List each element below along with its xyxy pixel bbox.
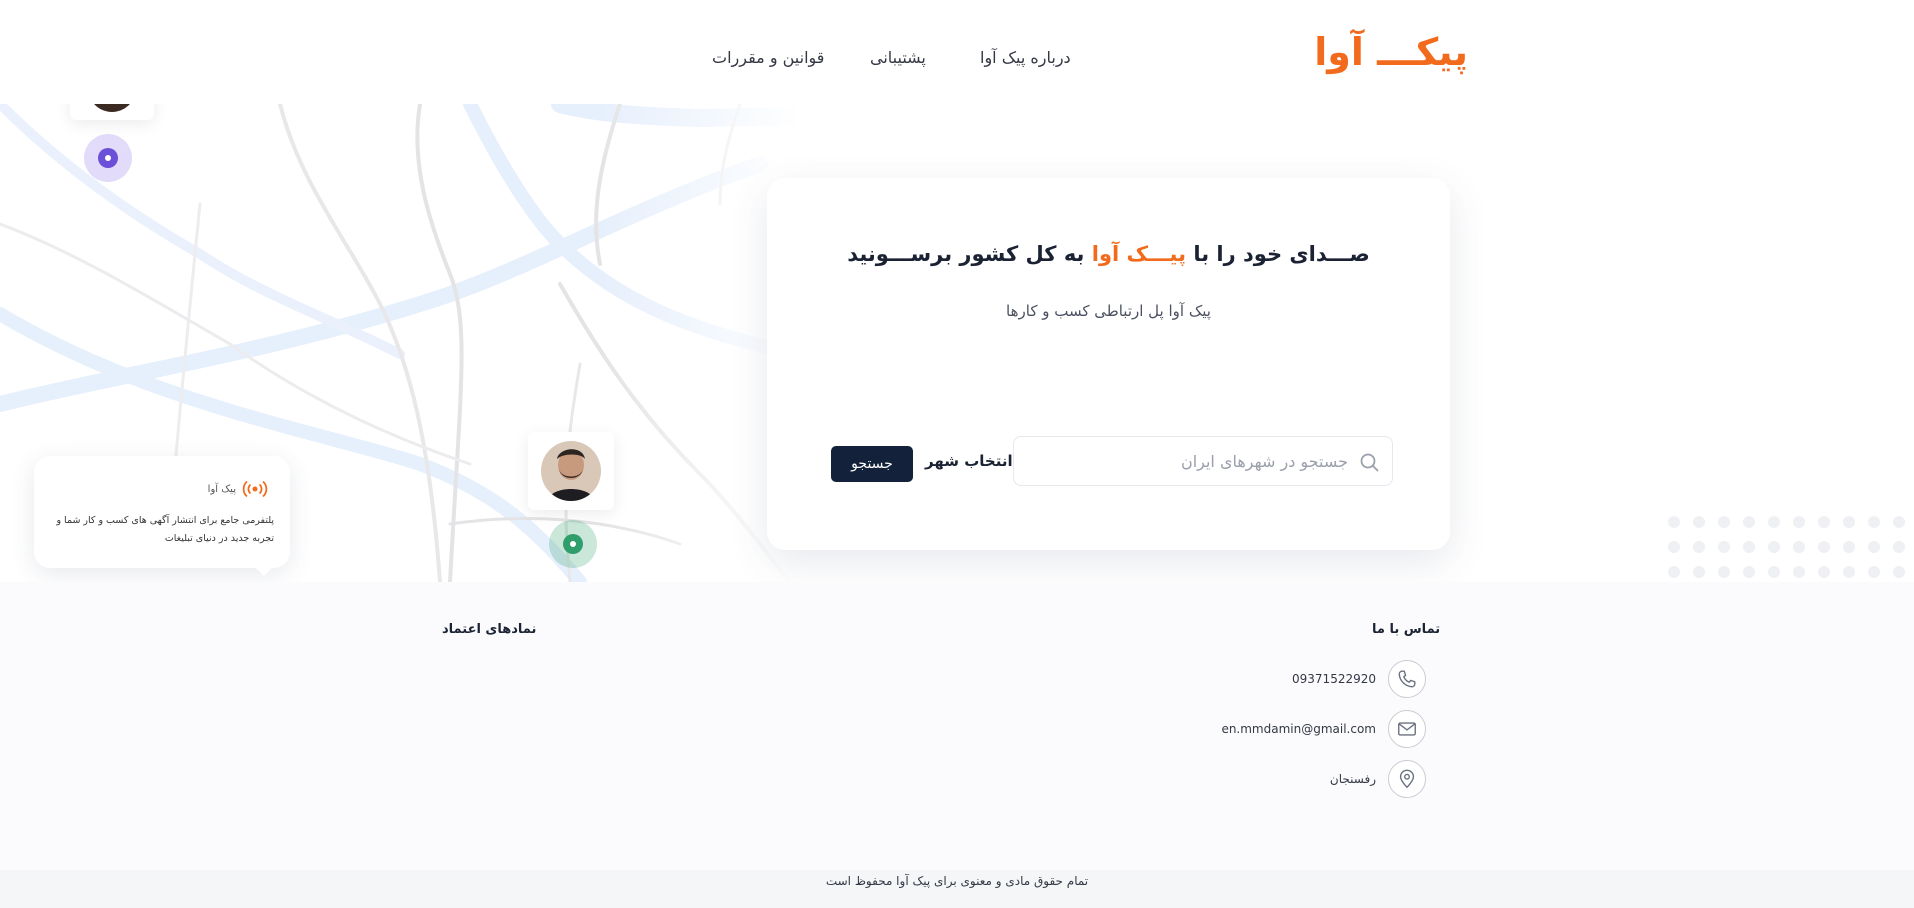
email-address: en.mmdamin@gmail.com: [1221, 722, 1376, 736]
logo[interactable]: پیکـــ آوا: [1314, 30, 1468, 82]
hero-section: پیک آوا پلتفرمی جامع برای انتشار آگهی ها…: [0, 104, 1914, 582]
contact-title: تماس با ما: [1372, 622, 1441, 637]
trust-title: نمادهای اعتماد: [442, 622, 537, 637]
mail-icon: [1388, 710, 1426, 748]
broadcast-icon: [242, 480, 268, 498]
search-icon: [1360, 453, 1379, 472]
dot-pattern: [1668, 516, 1905, 578]
contact-phone[interactable]: 09371522920: [1200, 660, 1426, 700]
search-input[interactable]: [1028, 437, 1348, 485]
search-button[interactable]: جستجو: [831, 446, 913, 482]
contact-address[interactable]: رفسنجان: [1200, 760, 1426, 800]
info-card-description: پلتفرمی جامع برای انتشار آگهی های کسب و …: [56, 515, 274, 544]
avatar-card-top: [70, 104, 154, 120]
search-box[interactable]: [1013, 436, 1393, 486]
city-select[interactable]: انتخاب شهر: [925, 452, 1013, 470]
site-footer: تماس با ما نمادهای اعتماد 09371522920 en…: [0, 582, 1914, 908]
headline-accent: پیـــک آوا: [1091, 242, 1187, 266]
site-header: پیکـــ آوا درباره پیک آوا پشتیبانی قوانی…: [0, 0, 1914, 104]
location-icon: [1388, 760, 1426, 798]
pin-purple: [84, 134, 132, 182]
nav-about[interactable]: درباره پیک آوا: [980, 48, 1071, 67]
hero-card: صـــدای خود را با پیـــک آوا به کل کشور …: [767, 178, 1450, 550]
avatar: [541, 441, 601, 501]
hero-headline: صـــدای خود را با پیـــک آوا به کل کشور …: [847, 242, 1370, 266]
hero-subline: پیک آوا پل ارتباطی کسب و کارها: [1006, 302, 1211, 320]
info-card-brand: پیک آوا: [208, 480, 268, 498]
info-card-tail: [256, 568, 272, 576]
pin-green: [549, 520, 597, 568]
avatar: [88, 104, 136, 112]
nav-terms[interactable]: قوانین و مقررات: [712, 48, 824, 67]
phone-number: 09371522920: [1292, 672, 1376, 686]
contact-email[interactable]: en.mmdamin@gmail.com: [1200, 710, 1426, 750]
copyright-text: تمام حقوق مادی و معنوی برای پیک آوا محفو…: [825, 874, 1089, 888]
phone-icon: [1388, 660, 1426, 698]
avatar-card-middle: [528, 432, 614, 510]
info-card-brand-label: پیک آوا: [207, 483, 236, 495]
address-text: رفسنجان: [1329, 772, 1376, 786]
nav-support[interactable]: پشتیبانی: [870, 48, 926, 67]
info-card: پیک آوا پلتفرمی جامع برای انتشار آگهی ها…: [34, 456, 290, 568]
